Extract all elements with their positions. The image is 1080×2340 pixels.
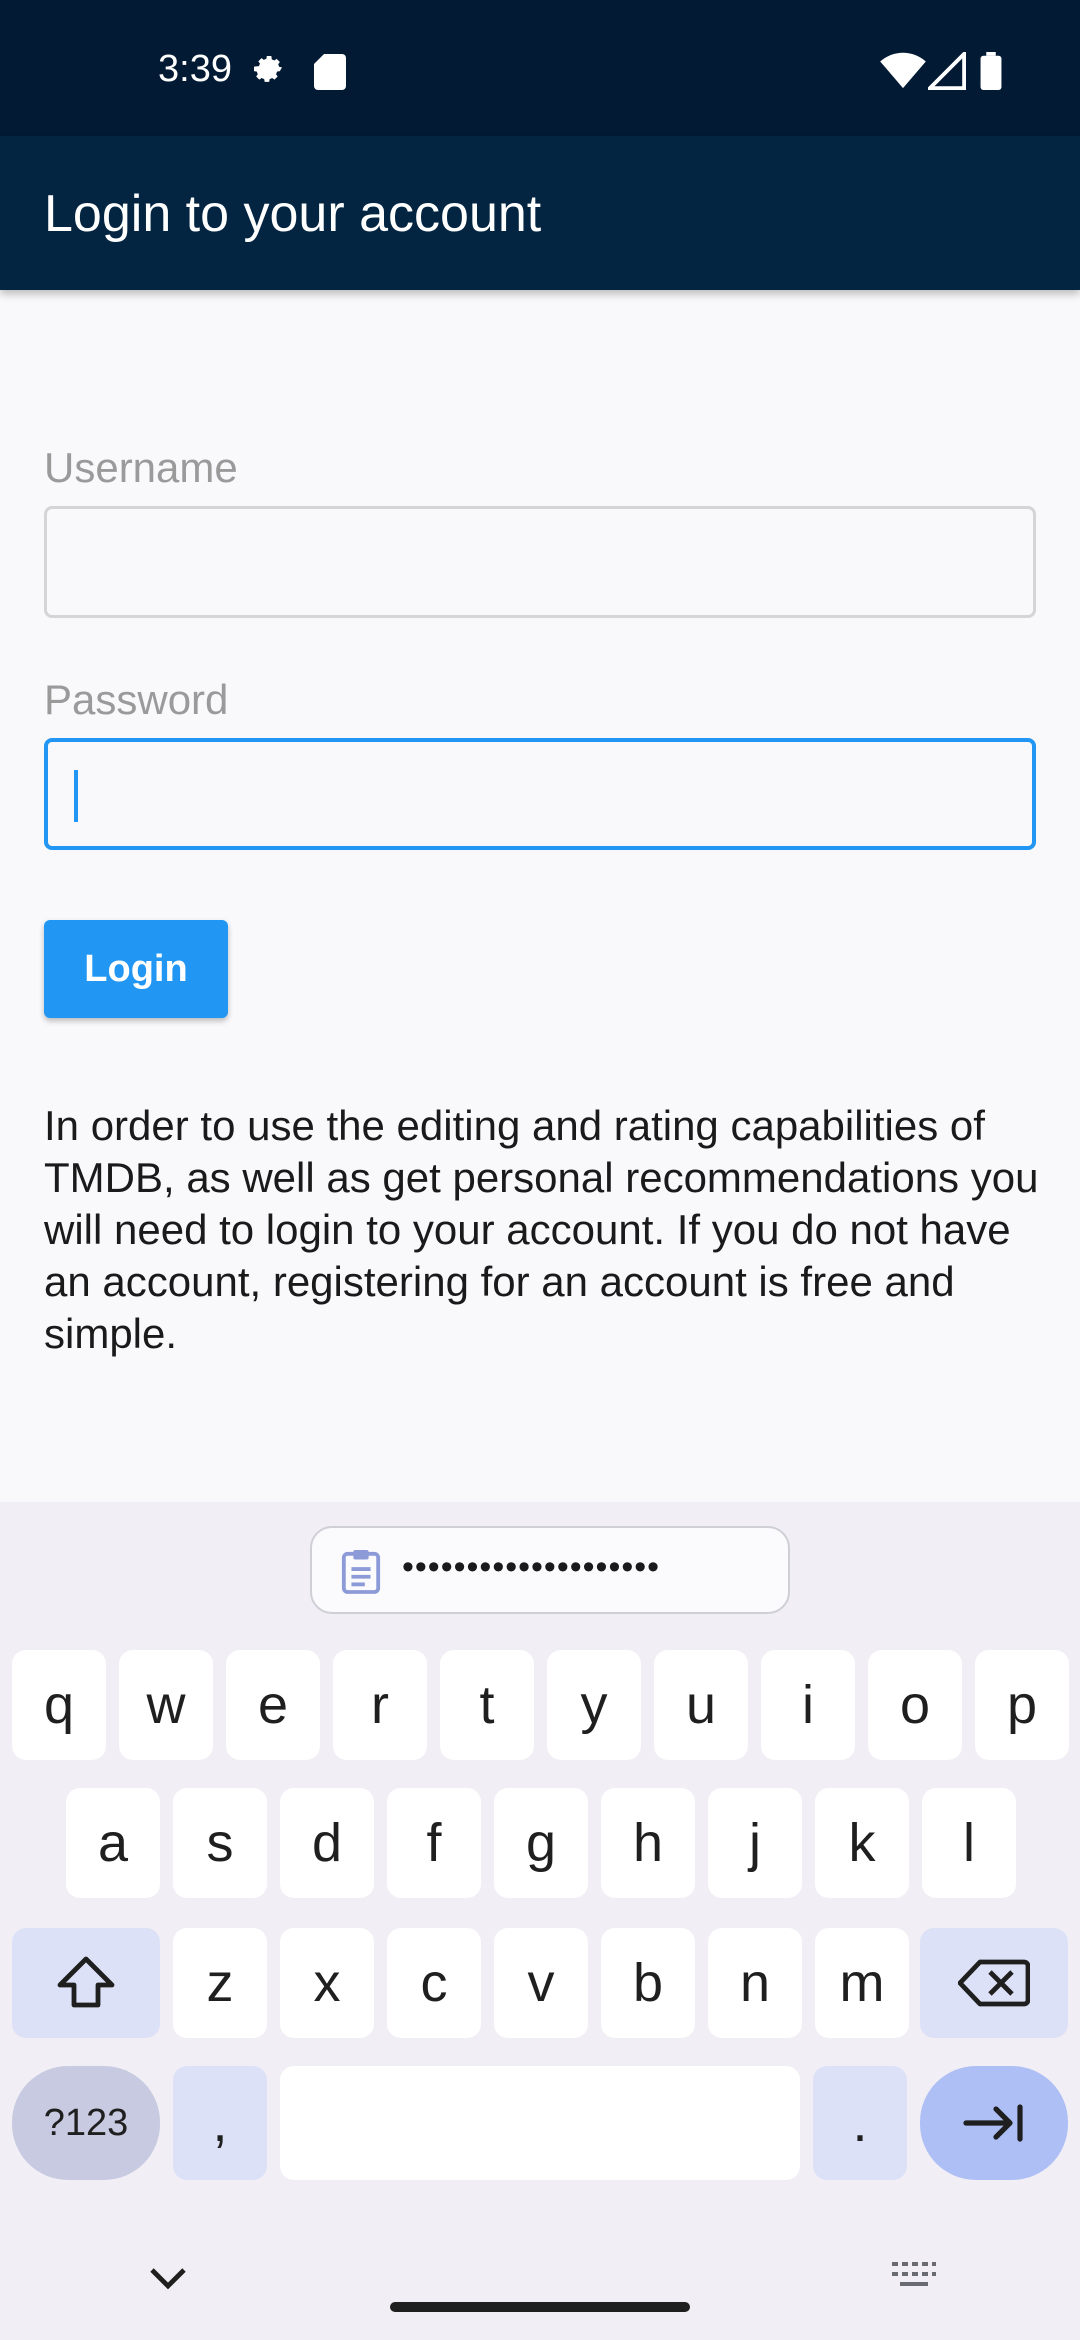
space-key[interactable] [280, 2066, 800, 2180]
symbols-key[interactable]: ?123 [12, 2066, 160, 2180]
key-y[interactable]: y [547, 1650, 641, 1760]
key-a[interactable]: a [66, 1788, 160, 1898]
clipboard-suggestion-text: •••••••••••••••••••• [402, 1548, 661, 1586]
password-label: Password [44, 676, 229, 723]
key-f[interactable]: f [387, 1788, 481, 1898]
key-e[interactable]: e [226, 1650, 320, 1760]
key-d[interactable]: d [280, 1788, 374, 1898]
key-h[interactable]: h [601, 1788, 695, 1898]
key-s[interactable]: s [173, 1788, 267, 1898]
key-v[interactable]: v [494, 1928, 588, 2038]
key-x[interactable]: x [280, 1928, 374, 2038]
settings-gear-icon [254, 56, 282, 82]
key-b[interactable]: b [601, 1928, 695, 2038]
key-q[interactable]: q [12, 1650, 106, 1760]
key-z[interactable]: z [173, 1928, 267, 2038]
key-l[interactable]: l [922, 1788, 1016, 1898]
app-bar: Login to your account [0, 136, 1080, 290]
chevron-down-icon[interactable] [148, 2262, 188, 2292]
key-r[interactable]: r [333, 1650, 427, 1760]
key-j[interactable]: j [708, 1788, 802, 1898]
shift-key[interactable] [12, 1928, 160, 2038]
username-field[interactable] [44, 506, 1036, 618]
clipboard-icon [341, 1550, 381, 1594]
key-c[interactable]: c [387, 1928, 481, 2038]
login-info-text: In order to use the editing and rating c… [44, 1102, 1039, 1357]
status-time: 3:39 [158, 48, 232, 90]
key-m[interactable]: m [815, 1928, 909, 2038]
shift-icon [57, 1956, 115, 2008]
wifi-icon [880, 52, 926, 89]
key-g[interactable]: g [494, 1788, 588, 1898]
key-n[interactable]: n [708, 1928, 802, 2038]
comma-key[interactable]: , [173, 2066, 267, 2180]
on-screen-keyboard: •••••••••••••••••••• q w e r t y u i o p… [0, 1502, 1080, 2340]
keyboard-switch-icon[interactable] [890, 2258, 938, 2292]
sd-card-icon [314, 54, 346, 90]
login-button[interactable]: Login [44, 920, 228, 1018]
key-k[interactable]: k [815, 1788, 909, 1898]
status-bar: 3:39 [0, 0, 1080, 136]
clipboard-suggestion-chip[interactable]: •••••••••••••••••••• [310, 1526, 790, 1614]
key-w[interactable]: w [119, 1650, 213, 1760]
text-caret [74, 770, 78, 822]
tab-next-icon [963, 2104, 1023, 2142]
key-u[interactable]: u [654, 1650, 748, 1760]
page-title: Login to your account [44, 185, 542, 243]
backspace-icon [958, 1959, 1030, 2007]
signal-icon [928, 52, 966, 90]
battery-icon [980, 52, 1002, 90]
next-key[interactable] [920, 2066, 1068, 2180]
password-field[interactable] [44, 738, 1036, 850]
key-o[interactable]: o [868, 1650, 962, 1760]
username-label: Username [44, 444, 238, 491]
key-i[interactable]: i [761, 1650, 855, 1760]
period-key[interactable]: . [813, 2066, 907, 2180]
key-t[interactable]: t [440, 1650, 534, 1760]
key-p[interactable]: p [975, 1650, 1069, 1760]
home-indicator[interactable] [390, 2302, 690, 2312]
backspace-key[interactable] [920, 1928, 1068, 2038]
